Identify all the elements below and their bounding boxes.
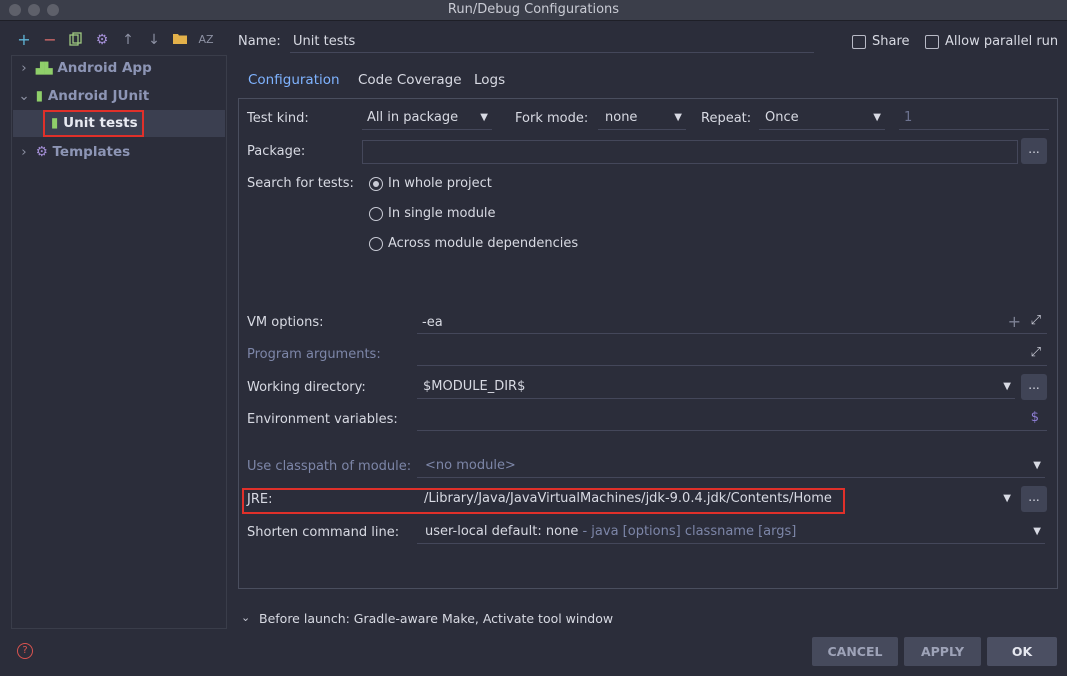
test-kind-label: Test kind: [247, 111, 309, 126]
share-checkbox[interactable] [852, 35, 866, 49]
dropdown-arrow-icon: ▼ [1033, 526, 1041, 537]
jre-select[interactable]: /Library/Java/JavaVirtualMachines/jdk-9.… [417, 488, 1015, 510]
vm-options-label: VM options: [247, 315, 324, 330]
dropdown-arrow-icon: ▼ [873, 112, 881, 123]
tree-item-unit-tests[interactable]: ▮ Unit tests [43, 110, 144, 137]
shorten-command-line-select[interactable]: user-local default: none - java [options… [417, 521, 1045, 544]
working-directory-label: Working directory: [247, 380, 366, 395]
shorten-command-line-label: Shorten command line: [247, 525, 400, 540]
tab-logs[interactable]: Logs [474, 72, 505, 98]
repeat-count-value: 1 [904, 110, 913, 125]
parallel-run-label: Allow parallel run [945, 34, 1059, 49]
remove-icon[interactable]: − [42, 32, 58, 48]
copy-icon[interactable] [68, 32, 84, 48]
classpath-module-select[interactable]: <no module> ▼ [417, 455, 1045, 478]
jre-browse-button[interactable]: ... [1021, 486, 1047, 512]
cancel-button[interactable]: CANCEL [812, 637, 898, 666]
radio-module-dependencies-label: Across module dependencies [388, 236, 579, 251]
chevron-right-icon[interactable]: › [17, 56, 31, 80]
test-tube-icon: ▮ [35, 88, 44, 104]
configuration-tree: › ▟▙ Android App ⌄ ▮ Android JUnit ▮ Uni… [11, 55, 227, 629]
test-tube-icon: ▮ [51, 115, 59, 131]
share-label: Share [872, 34, 910, 49]
repeat-value: Once [765, 110, 799, 125]
radio-whole-project-label: In whole project [388, 176, 492, 191]
help-icon[interactable]: ? [17, 643, 33, 659]
arrow-down-icon[interactable]: ↓ [146, 32, 162, 48]
gear-icon: ⚙ [35, 144, 48, 160]
title-bar: Run/Debug Configurations [0, 0, 1067, 21]
jre-label: JRE: [247, 492, 273, 507]
dropdown-arrow-icon: ▼ [1033, 460, 1041, 471]
working-directory-select[interactable]: $MODULE_DIR$ ▼ [417, 376, 1015, 399]
classpath-module-label: Use classpath of module: [247, 459, 412, 474]
package-browse-button[interactable]: ... [1021, 138, 1047, 164]
dollar-icon[interactable]: $ [1031, 410, 1039, 425]
parallel-run-checkbox[interactable] [925, 35, 939, 49]
radio-single-module[interactable] [369, 207, 383, 221]
add-icon[interactable]: + [16, 32, 32, 48]
tree-item-android-app[interactable]: › ▟▙ Android App [17, 56, 152, 80]
repeat-label: Repeat: [701, 111, 752, 126]
name-field[interactable]: Unit tests [290, 30, 814, 53]
radio-module-dependencies[interactable] [369, 237, 383, 251]
dropdown-arrow-icon: ▼ [674, 112, 682, 123]
before-launch-label[interactable]: Before launch: Gradle-aware Make, Activa… [259, 611, 613, 626]
apply-button[interactable]: APPLY [904, 637, 981, 666]
ok-button[interactable]: OK [987, 637, 1057, 666]
shorten-command-line-hint: - java [options] classname [args] [582, 524, 797, 539]
radio-single-module-label: In single module [388, 206, 496, 221]
classpath-module-value: <no module> [425, 458, 516, 473]
tab-code-coverage[interactable]: Code Coverage [358, 72, 462, 98]
tab-configuration[interactable]: Configuration [238, 72, 350, 100]
working-directory-browse-button[interactable]: ... [1021, 374, 1047, 400]
android-icon: ▟▙ [35, 62, 53, 75]
search-for-tests-label: Search for tests: [247, 176, 354, 191]
repeat-count-field[interactable]: 1 [899, 107, 1049, 130]
tree-label: Unit tests [63, 115, 138, 131]
dropdown-arrow-icon: ▼ [1003, 381, 1011, 392]
shorten-command-line-value: user-local default: none [425, 524, 579, 539]
folder-icon[interactable] [172, 32, 188, 48]
chevron-right-icon[interactable]: › [17, 140, 31, 164]
repeat-select[interactable]: Once ▼ [759, 107, 885, 130]
arrow-up-icon[interactable]: ↑ [120, 32, 136, 48]
test-kind-select[interactable]: All in package ▼ [362, 107, 492, 130]
tree-item-android-junit[interactable]: ⌄ ▮ Android JUnit [17, 84, 149, 108]
vm-options-field[interactable]: -ea + ⤢ [417, 311, 1047, 334]
environment-variables-field[interactable]: $ [417, 408, 1047, 431]
tree-label: Android JUnit [47, 88, 150, 104]
window-title: Run/Debug Configurations [447, 2, 620, 17]
test-kind-value: All in package [367, 110, 459, 125]
package-input[interactable] [362, 140, 1018, 164]
tree-label: Templates [52, 144, 131, 160]
vm-options-value: -ea [422, 315, 443, 330]
name-value: Unit tests [293, 34, 356, 49]
add-icon[interactable]: + [1008, 312, 1021, 331]
radio-whole-project[interactable] [369, 177, 383, 191]
chevron-down-icon[interactable]: ⌄ [241, 611, 250, 624]
package-label: Package: [247, 144, 306, 159]
fork-mode-value: none [605, 110, 638, 125]
name-label: Name: [238, 34, 281, 49]
tree-item-templates[interactable]: › ⚙ Templates [17, 140, 130, 164]
gear-icon[interactable]: ⚙ [94, 32, 110, 48]
dropdown-arrow-icon: ▼ [480, 112, 488, 123]
expand-icon[interactable]: ⤢ [1031, 313, 1041, 328]
chevron-down-icon[interactable]: ⌄ [17, 84, 31, 108]
working-directory-value: $MODULE_DIR$ [423, 379, 526, 394]
fork-mode-select[interactable]: none ▼ [598, 107, 686, 130]
expand-icon[interactable]: ⤢ [1031, 345, 1041, 360]
fork-mode-label: Fork mode: [515, 111, 589, 126]
environment-variables-label: Environment variables: [247, 412, 398, 427]
program-arguments-field[interactable]: ⤢ [417, 343, 1047, 366]
dropdown-arrow-icon: ▼ [1003, 493, 1011, 504]
sort-az-icon[interactable]: AZ [198, 32, 214, 48]
program-arguments-label: Program arguments: [247, 347, 381, 362]
jre-value: /Library/Java/JavaVirtualMachines/jdk-9.… [424, 491, 832, 506]
tree-label: Android App [57, 60, 152, 76]
